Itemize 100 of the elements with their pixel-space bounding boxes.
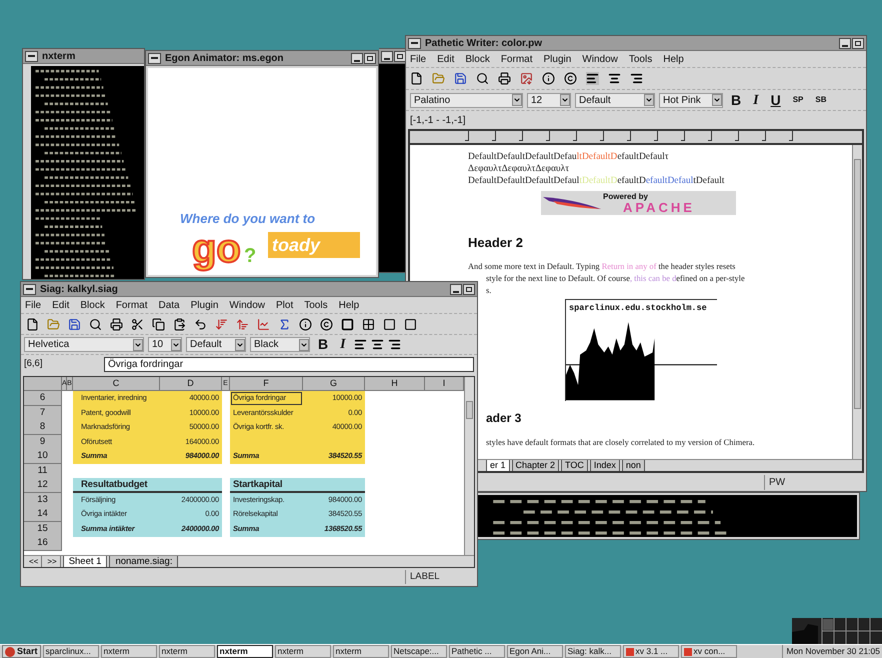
align-center-icon[interactable] [608,72,621,85]
taskbar-button[interactable]: nxterm [216,645,273,658]
menu-item[interactable]: Plugin [543,52,572,66]
menu-item[interactable]: Block [465,52,490,66]
taskbar-button[interactable]: nxterm [332,645,389,658]
table-cell[interactable] [160,478,222,493]
image-icon[interactable] [520,72,533,85]
size-dropdown[interactable]: 10 [148,337,182,352]
chapter-tab[interactable]: TOC [561,460,588,471]
align-center-icon[interactable] [370,338,384,351]
format-button[interactable]: U [766,90,785,110]
taskbar-button[interactable]: xv 3.1 ... [622,645,679,658]
copyright-icon[interactable] [320,318,333,330]
row-header[interactable]: 11 [24,464,62,478]
menu-item[interactable]: Plugin [190,298,218,312]
scrollbar-thumb[interactable] [854,159,861,409]
menu-item[interactable]: Help [338,298,360,312]
taskbar-button[interactable]: Pathetic ... [448,645,505,658]
new-file-icon[interactable] [410,72,423,85]
sheet-nav-button[interactable]: >> [44,556,61,567]
taskbar-button[interactable]: nxterm [158,645,215,658]
style-dropdown[interactable]: Default [186,337,246,352]
row-header[interactable]: 12 [24,478,62,493]
menu-item[interactable]: Plot [276,298,294,312]
chart-icon[interactable] [257,318,270,330]
color-dropdown[interactable]: Hot Pink [659,92,723,108]
row-header[interactable]: 16 [24,536,62,551]
window-menu-button[interactable] [408,38,421,48]
align-left-icon[interactable] [354,338,367,351]
chapter-tab[interactable]: Index [590,460,620,471]
scissors-icon[interactable] [131,318,144,330]
sheet-tab[interactable]: Sheet 1 [62,556,108,567]
menu-item[interactable]: Format [500,52,532,66]
undo-icon[interactable] [194,318,207,330]
table-cell[interactable]: Resultatbudget [73,478,160,493]
format-button[interactable]: SP [788,94,808,106]
format-button[interactable]: I [749,90,763,110]
color-dropdown[interactable]: Black [250,337,310,352]
menu-item[interactable]: Help [663,52,684,66]
row-header[interactable]: 15 [24,522,62,536]
chapter-tab[interactable]: non [622,460,645,471]
align-right-icon[interactable] [630,72,643,85]
start-button[interactable]: Start [2,645,41,658]
save-icon[interactable] [68,318,81,330]
format-button[interactable]: I [336,334,350,355]
minimize-button[interactable] [381,50,393,62]
row-header[interactable]: 13 [24,492,62,508]
search-icon[interactable] [89,318,102,330]
menu-item[interactable]: Window [229,298,265,312]
maximize-button[interactable] [364,52,376,64]
cell-input-field[interactable]: Övriga fordringar [104,357,474,372]
printer-icon[interactable] [110,318,123,330]
window-menu-button[interactable] [23,284,36,294]
menu-item[interactable]: Edit [52,298,70,312]
menu-item[interactable]: File [25,298,42,312]
open-folder-icon[interactable] [432,72,445,85]
window-menu-button[interactable] [25,50,38,62]
menu-item[interactable]: Tools [304,298,328,312]
table-cell[interactable] [303,478,365,493]
sum-icon[interactable] [278,318,291,330]
search-icon[interactable] [476,72,489,85]
menu-item[interactable]: Window [582,52,618,66]
chapter-tab[interactable]: Chapter 2 [512,460,560,471]
copy-icon[interactable] [152,318,165,330]
taskbar-button[interactable]: nxterm [100,645,157,658]
taskbar-button[interactable]: nxterm [274,645,331,658]
sheet-tab[interactable]: noname.siag: [109,556,178,567]
style-dropdown[interactable]: Default [575,92,655,108]
new-file-icon[interactable] [26,318,39,330]
info-icon[interactable] [299,318,312,330]
row-header[interactable]: 7 [24,406,62,420]
taskbar-button[interactable]: Egon Ani... [506,645,563,658]
paste-icon[interactable] [173,318,186,330]
taskbar-button[interactable]: xv con... [680,645,737,658]
maximize-button[interactable] [463,284,475,294]
menu-item[interactable]: File [410,52,426,66]
scrollbar-thumb[interactable] [466,401,473,419]
menu-item[interactable]: Format [116,298,148,312]
maximize-button[interactable] [852,38,864,48]
row-header[interactable]: 6 [24,391,62,406]
row-header[interactable]: 9 [24,434,62,450]
format-button[interactable]: B [727,90,746,110]
border-icon[interactable] [341,318,354,330]
format-button[interactable]: B [314,334,332,355]
row-header[interactable]: 14 [24,507,62,522]
taskbar-button[interactable]: sparclinux... [42,645,99,658]
minimize-button[interactable] [839,38,851,48]
frame-icon[interactable] [404,318,417,330]
printer-icon[interactable] [498,72,511,85]
window-menu-button[interactable] [148,52,161,64]
font-dropdown[interactable]: Helvetica [24,337,144,352]
sort-ascending-icon[interactable] [236,318,249,330]
open-folder-icon[interactable] [47,318,60,330]
frame-icon[interactable] [383,318,396,330]
save-icon[interactable] [454,72,467,85]
maximize-button[interactable] [394,50,406,62]
menu-item[interactable]: Block [80,298,105,312]
align-right-icon[interactable] [388,338,401,351]
table-cell[interactable]: Startkapital [230,478,303,493]
chapter-tab[interactable]: er 1 [486,460,510,471]
